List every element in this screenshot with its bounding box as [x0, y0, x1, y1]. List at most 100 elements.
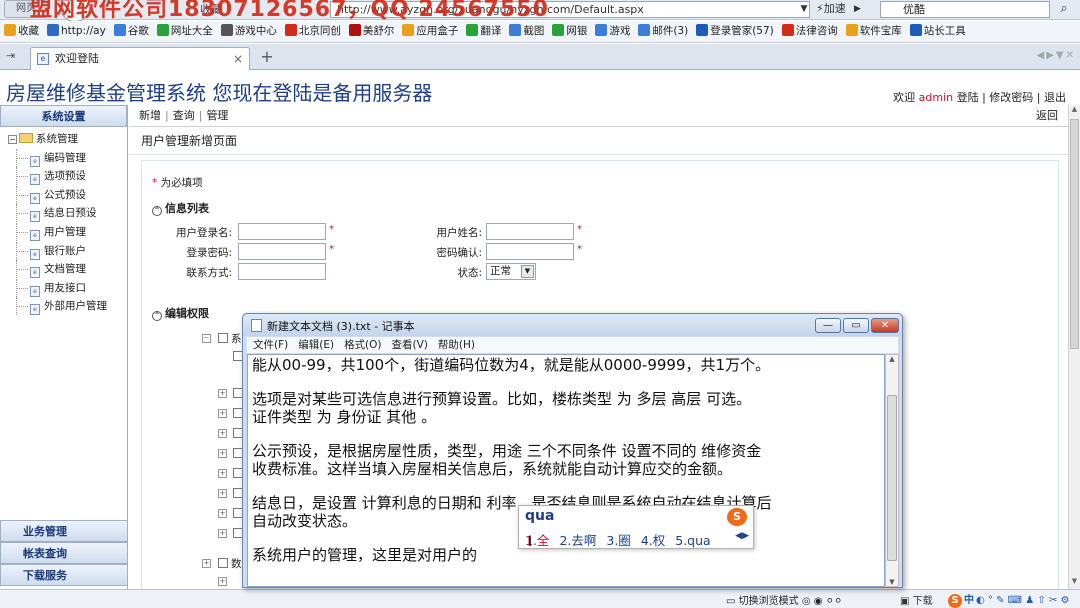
perm-collapse-icon[interactable]: − [202, 334, 211, 343]
close-button[interactable]: ✕ [871, 318, 899, 333]
favorite-item[interactable]: 翻译 [462, 21, 505, 42]
favorite-item[interactable]: 登录管家(57) [692, 21, 778, 42]
scroll-up-icon[interactable]: ▲ [1069, 105, 1080, 117]
tab-nav-icons[interactable]: ◀▶▼✕ [1037, 50, 1076, 61]
favorite-item[interactable]: 软件宝库 [842, 21, 906, 42]
ime-candidate[interactable]: 5.qua [675, 533, 710, 548]
status-select[interactable]: 正常 ▼ [486, 263, 536, 280]
perm-expand-icon[interactable]: + [218, 489, 227, 498]
favorite-item[interactable]: 网银 [548, 21, 591, 42]
perm-expand-icon[interactable]: + [218, 429, 227, 438]
maximize-button[interactable]: ▭ [843, 318, 869, 333]
query-link[interactable]: 查询 [173, 109, 195, 122]
favorite-item[interactable]: http://ay [43, 21, 110, 42]
login-name-input[interactable] [238, 223, 326, 240]
back-link[interactable]: 返回 [1036, 105, 1058, 127]
search-input[interactable]: 优酷 [880, 1, 1050, 18]
notepad-menu-item[interactable]: 格式(O) [344, 339, 381, 351]
perm-expand-icon[interactable]: + [218, 469, 227, 478]
notepad-titlebar[interactable]: 新建文本文档 (3).txt - 记事本 — ▭ ✕ [243, 314, 902, 336]
section-permissions[interactable]: ^ 编辑权限 [152, 305, 209, 321]
perm-expand-icon[interactable]: + [218, 529, 227, 538]
sidebar-business[interactable]: 业务管理 [0, 520, 128, 542]
notepad-menu-item[interactable]: 查看(V) [392, 339, 428, 351]
perm-expand-icon[interactable]: + [218, 449, 227, 458]
perm-expand-icon[interactable]: + [218, 509, 227, 518]
perm-checkbox[interactable] [218, 558, 228, 568]
contact-input[interactable] [238, 263, 326, 280]
scrollbar-thumb[interactable] [887, 395, 897, 561]
ime-candidate[interactable]: 2.去啊 [559, 533, 596, 548]
browse-mode-toggle[interactable]: ▭ 切换浏览模式 ◎ ◉ ⚪⚪ [726, 592, 842, 607]
tree-root[interactable]: − 系统管理 [8, 130, 127, 149]
favorite-item[interactable]: 应用盒子 [398, 21, 462, 42]
favorite-label: 游戏 [609, 25, 631, 37]
collapse-icon[interactable]: − [8, 135, 17, 144]
username: admin [918, 91, 954, 104]
new-tab-button[interactable]: + [256, 48, 278, 67]
sidebar-item[interactable]: e 用户管理 [8, 222, 127, 242]
ime-candidates[interactable]: 1.全 2.去啊 3.圈 4.权 5.qua [525, 530, 721, 549]
ime-candidate[interactable]: 4.权 [641, 533, 665, 548]
favorite-item[interactable]: 截图 [505, 21, 548, 42]
minimize-button[interactable]: — [815, 318, 841, 333]
sidebar-header[interactable]: 系统设置 [0, 105, 127, 127]
sidebar-item[interactable]: e 用友接口 [8, 278, 127, 298]
manage-link[interactable]: 管理 [206, 109, 228, 122]
perm-expand-icon[interactable]: + [218, 577, 227, 586]
add-link[interactable]: 新增 [139, 109, 161, 122]
scroll-down-icon[interactable]: ▼ [886, 578, 898, 586]
notepad-scrollbar[interactable]: ▲ ▼ [885, 354, 899, 587]
page-icon: e [30, 174, 40, 186]
notepad-menu-item[interactable]: 帮助(H) [438, 339, 475, 351]
confirm-password-input[interactable] [486, 243, 574, 260]
favorite-item[interactable]: 美舒尔 [345, 21, 399, 42]
perm-expand-icon[interactable]: + [218, 389, 227, 398]
close-icon[interactable]: × [233, 48, 243, 70]
page-icon: e [30, 229, 40, 241]
ime-candidate[interactable]: 3.圈 [606, 533, 630, 548]
play-icon[interactable]: ▶ [854, 0, 868, 19]
favorite-item[interactable]: 站长工具 [906, 21, 970, 42]
favorite-item[interactable]: 邮件(3) [634, 21, 692, 42]
notepad-text-area[interactable]: 能从00-99，共100个，街道编码位数为4，就是能从0000-9999，共1万… [247, 354, 885, 587]
notepad-menu-item[interactable]: 文件(F) [253, 339, 288, 351]
favorite-item[interactable]: 法律咨询 [778, 21, 842, 42]
change-password-link[interactable]: 修改密码 [989, 91, 1033, 104]
sidebar-item[interactable]: e 编码管理 [8, 148, 127, 168]
favorite-item[interactable]: 北京同创 [281, 21, 345, 42]
scroll-up-icon[interactable]: ▲ [886, 355, 898, 363]
perm-expand-icon[interactable]: + [202, 559, 211, 568]
sidebar-downloads[interactable]: 下载服务 [0, 564, 128, 586]
favorite-item[interactable]: 网址大全 [153, 21, 217, 42]
sidebar-item[interactable]: e 公式预设 [8, 185, 127, 205]
page-scrollbar[interactable]: ▲ ▼ [1068, 105, 1080, 589]
section-info[interactable]: ^ 信息列表 [152, 200, 209, 216]
download-tray[interactable]: ▣ 下载 [900, 592, 933, 607]
sidebar-item[interactable]: e 外部用户管理 [8, 297, 127, 316]
ime-toolbar[interactable]: S 中 ◐ ° ✎ ⌨ ♟ ⇧ ✂ ⚙ [948, 591, 1080, 608]
url-dropdown-icon[interactable]: ▼ [797, 1, 811, 18]
logout-link[interactable]: 退出 [1044, 91, 1066, 104]
favorite-label: 邮件(3) [652, 25, 689, 37]
sidebar-reports[interactable]: 帐表查询 [0, 542, 128, 564]
ime-page-nav-icon[interactable]: ◀▶ [735, 531, 749, 541]
password-input[interactable] [238, 243, 326, 260]
favorite-item[interactable]: 谷歌 [110, 21, 153, 42]
user-name-input[interactable] [486, 223, 574, 240]
notepad-menu-item[interactable]: 编辑(E) [298, 339, 334, 351]
scroll-down-icon[interactable]: ▼ [1069, 577, 1080, 589]
scrollbar-thumb[interactable] [1070, 119, 1079, 349]
sidebar-item[interactable]: e 文档管理 [8, 260, 127, 279]
sidebar-item[interactable]: e 结息日预设 [8, 204, 127, 223]
sidebar-toggle-icon[interactable]: ⇥ [6, 49, 22, 65]
perm-expand-icon[interactable]: + [218, 409, 227, 418]
perm-checkbox[interactable] [218, 333, 228, 343]
tab-welcome[interactable]: e 欢迎登陆 × [30, 47, 250, 70]
sidebar-item[interactable]: e 选项预设 [8, 167, 127, 186]
favorite-item[interactable]: 游戏中心 [217, 21, 281, 42]
favorite-item[interactable]: 游戏 [591, 21, 634, 42]
search-icon[interactable]: ⌕ [1053, 0, 1075, 19]
sidebar-item[interactable]: e 银行账户 [8, 241, 127, 261]
favorite-item[interactable]: 收藏 [0, 21, 43, 42]
